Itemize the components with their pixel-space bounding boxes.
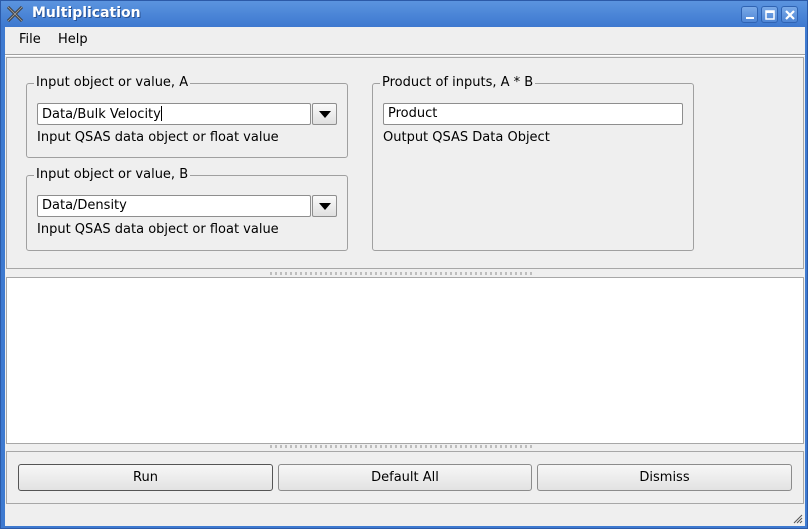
input-b-legend: Input object or value, B	[34, 167, 191, 182]
menu-bar: File Help	[5, 27, 805, 53]
dismiss-button[interactable]: Dismiss	[537, 464, 792, 491]
menu-separator	[5, 54, 805, 56]
input-b-dropdown-button[interactable]	[312, 195, 337, 217]
output-hint: Output QSAS Data Object	[383, 130, 550, 145]
title-bar[interactable]: Multiplication	[1, 1, 807, 27]
input-a-hint: Input QSAS data object or float value	[37, 130, 279, 145]
input-b-group: Input object or value, B Data/Density In…	[26, 167, 348, 251]
output-group: Product of inputs, A * B Product Output …	[372, 75, 694, 251]
menu-help[interactable]: Help	[58, 32, 88, 47]
minimize-button[interactable]	[741, 6, 758, 23]
output-name-value: Product	[388, 106, 438, 121]
input-a-legend: Input object or value, A	[34, 75, 191, 90]
input-b-value: Data/Density	[42, 198, 127, 213]
input-a-field[interactable]: Data/Bulk Velocity	[37, 103, 311, 125]
parameters-pane: Input object or value, A Data/Bulk Veloc…	[6, 57, 804, 269]
menu-file[interactable]: File	[19, 32, 41, 47]
default-all-button[interactable]: Default All	[278, 464, 532, 491]
run-button[interactable]: Run	[18, 464, 273, 491]
splitter-handle-bottom[interactable]	[270, 445, 532, 448]
action-buttons-pane: Run Default All Dismiss	[6, 451, 804, 504]
application-window: Multiplication File Help Input object or…	[0, 0, 808, 529]
app-x-icon	[6, 5, 24, 23]
window-title: Multiplication	[32, 5, 141, 21]
maximize-button[interactable]	[761, 6, 778, 23]
output-legend: Product of inputs, A * B	[380, 75, 536, 90]
client-area: File Help Input object or value, A Data/…	[5, 27, 805, 526]
maximize-icon	[765, 10, 775, 20]
splitter-handle-top[interactable]	[270, 272, 532, 275]
input-b-hint: Input QSAS data object or float value	[37, 222, 279, 237]
text-cursor	[160, 106, 162, 121]
log-output-area[interactable]	[6, 277, 804, 444]
input-a-value: Data/Bulk Velocity	[42, 107, 161, 122]
close-icon	[785, 10, 795, 20]
input-a-group: Input object or value, A Data/Bulk Veloc…	[26, 75, 348, 158]
input-b-field[interactable]: Data/Density	[37, 195, 311, 217]
close-button[interactable]	[781, 6, 798, 23]
resize-grip-icon[interactable]	[791, 512, 803, 524]
output-name-field[interactable]: Product	[383, 103, 683, 125]
chevron-down-icon	[319, 203, 331, 210]
input-a-dropdown-button[interactable]	[312, 103, 337, 125]
minimize-icon	[746, 17, 754, 19]
chevron-down-icon	[319, 111, 331, 118]
